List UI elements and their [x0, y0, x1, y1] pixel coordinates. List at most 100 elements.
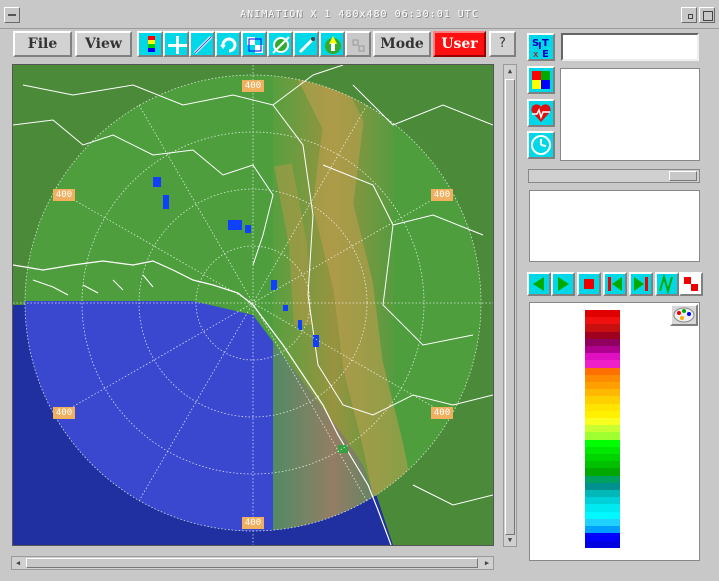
scroll-right-icon[interactable]: ▶: [482, 558, 492, 568]
health-button[interactable]: [527, 99, 555, 127]
zoom-box-button[interactable]: [241, 31, 267, 57]
color-swatch: [585, 461, 620, 469]
loop-button[interactable]: [655, 272, 679, 296]
color-swatch: [585, 331, 620, 339]
site-button[interactable]: S I T E x: [527, 33, 555, 61]
svg-text:T: T: [542, 38, 549, 49]
svg-text:E: E: [542, 49, 549, 59]
color-swatch: [585, 533, 620, 541]
color-table-button[interactable]: [137, 31, 163, 57]
first-frame-icon: [608, 277, 622, 291]
layers-button[interactable]: [527, 66, 555, 94]
range-label-north: 400: [242, 80, 264, 92]
frame-slider[interactable]: [528, 169, 700, 183]
pen-icon: [298, 37, 315, 54]
crosshair-icon: [168, 36, 187, 54]
refresh-icon: [220, 37, 237, 53]
last-frame-button[interactable]: [629, 272, 653, 296]
color-swatch: [585, 324, 620, 332]
color-swatch: [585, 410, 620, 419]
view-menu-button[interactable]: View: [75, 31, 132, 57]
scroll-left-icon[interactable]: ◀: [13, 558, 23, 568]
color-table-icon: [148, 36, 155, 52]
scroll-down-icon[interactable]: ▼: [505, 535, 515, 545]
draw-line-button[interactable]: [189, 31, 215, 57]
maximize-button[interactable]: [699, 7, 715, 23]
range-label-northeast: 400: [431, 189, 453, 201]
range-label-south: 400: [242, 517, 264, 529]
radar-map-canvas: [13, 65, 493, 545]
status-panel: [529, 190, 700, 262]
color-swatch: [585, 446, 620, 455]
vertical-scroll-thumb[interactable]: [505, 79, 515, 535]
color-swatch: [585, 526, 620, 534]
stop-icon: [584, 279, 594, 289]
color-swatch: [585, 475, 620, 483]
range-label-southwest: 400: [53, 407, 75, 419]
play-button[interactable]: [551, 272, 575, 296]
disabled-tool-button: [345, 31, 371, 57]
disabled-tool-icon: [352, 39, 365, 52]
crosshair-button[interactable]: [163, 31, 189, 57]
color-swatch: [585, 511, 620, 519]
color-swatch: [585, 490, 620, 498]
pen-button[interactable]: [293, 31, 319, 57]
mode-button[interactable]: Mode: [373, 31, 431, 57]
health-vb-icon: [531, 104, 551, 122]
step-back-icon: [533, 277, 544, 291]
first-frame-button[interactable]: [603, 272, 627, 296]
loop-icon: [659, 274, 673, 294]
color-swatch: [585, 389, 620, 397]
color-swatch: [585, 504, 620, 512]
refresh-button[interactable]: [215, 31, 241, 57]
clock-icon: [531, 135, 551, 155]
last-frame-icon: [634, 277, 648, 291]
color-swatch: [585, 439, 620, 447]
scroll-up-icon[interactable]: ▲: [505, 66, 515, 76]
color-swatch: [585, 396, 620, 404]
overlay-icon: [272, 36, 290, 54]
range-label-southeast: 400: [431, 407, 453, 419]
title-bar: ANIMATION X 1 480x480 06:30:01 UTC: [0, 0, 719, 29]
color-swatch: [585, 403, 620, 411]
svg-text:x: x: [533, 50, 539, 59]
color-swatch: [585, 418, 620, 426]
user-mode-button[interactable]: User: [433, 31, 486, 57]
stop-button[interactable]: [577, 272, 601, 296]
color-swatch: [585, 338, 620, 347]
play-icon: [558, 277, 569, 291]
layers-icon: [532, 71, 550, 89]
window-title: ANIMATION X 1 480x480 06:30:01 UTC: [240, 9, 479, 20]
palette-button[interactable]: [670, 304, 698, 326]
radar-map[interactable]: 400 400 400 400 400 400: [12, 64, 494, 546]
checker-button[interactable]: [679, 272, 703, 296]
clock-button[interactable]: [527, 131, 555, 159]
color-swatch: [585, 482, 620, 491]
color-swatch: [585, 310, 620, 318]
color-swatch: [585, 382, 620, 390]
info-panel: [560, 68, 700, 161]
horizontal-scroll-thumb[interactable]: [26, 558, 478, 568]
horizontal-scrollbar[interactable]: ◀ ▶: [11, 556, 494, 570]
file-menu-button[interactable]: File: [13, 31, 72, 57]
palette-icon: [673, 307, 695, 323]
vertical-scrollbar[interactable]: ▲ ▼: [503, 64, 517, 547]
help-button[interactable]: ?: [489, 31, 516, 57]
minimize-button[interactable]: [681, 7, 697, 23]
color-swatch: [585, 432, 620, 440]
step-back-button[interactable]: [527, 272, 551, 296]
color-swatch: [585, 468, 620, 476]
zoom-box-icon: [247, 37, 263, 53]
north-arrow-button[interactable]: [319, 31, 345, 57]
color-swatch: [585, 425, 620, 433]
color-swatch: [585, 367, 620, 375]
color-swatch: [585, 454, 620, 462]
site-icon: S I T E x: [532, 38, 549, 59]
overlay-button[interactable]: [267, 31, 293, 57]
frame-slider-thumb[interactable]: [669, 171, 697, 181]
color-swatch: [585, 518, 620, 527]
draw-line-icon: [193, 35, 213, 55]
site-input[interactable]: [561, 33, 699, 61]
range-label-northwest: 400: [53, 189, 75, 201]
checker-icon: [684, 277, 698, 291]
